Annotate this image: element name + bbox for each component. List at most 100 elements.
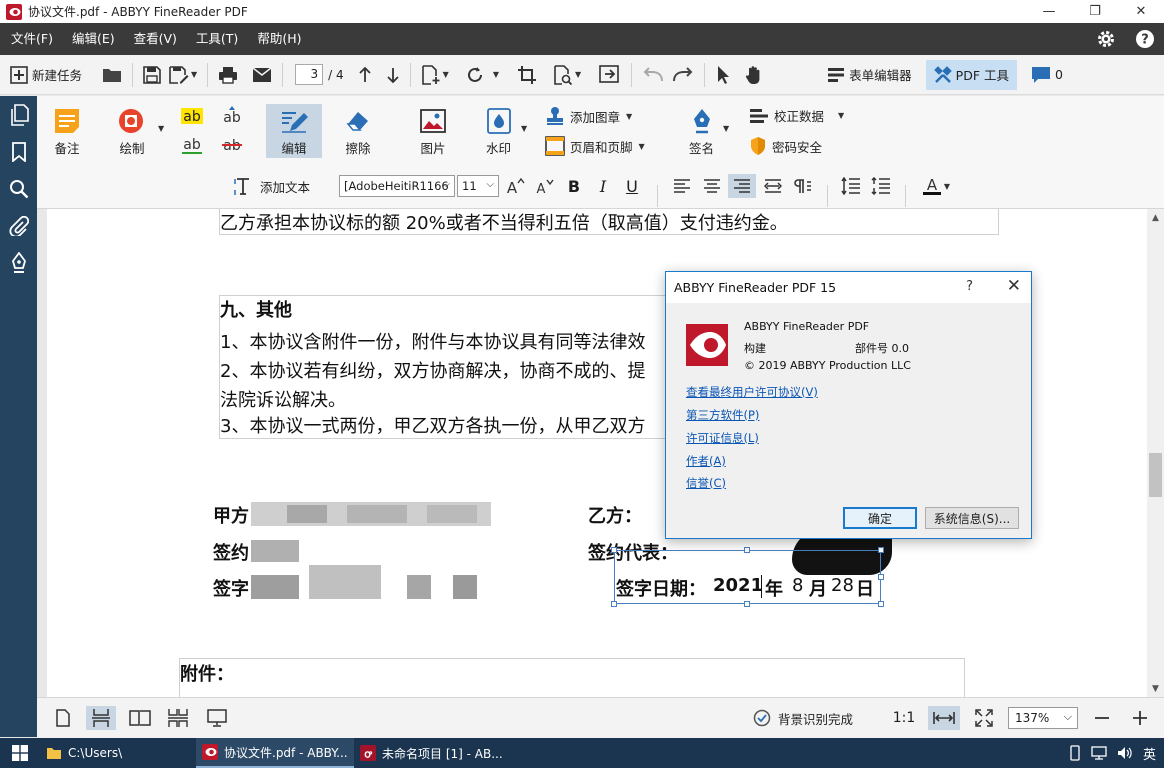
sign-tool[interactable]: 签名	[689, 108, 714, 157]
two-page-scroll-view-button[interactable]	[165, 706, 191, 730]
signatures-panel-icon[interactable]	[0, 244, 37, 281]
bold-icon[interactable]: B	[563, 174, 585, 198]
image-tool[interactable]: 图片	[420, 108, 446, 157]
chevron-down-icon[interactable]: ▼	[521, 124, 527, 133]
third-party-link[interactable]: 第三方软件(P)	[686, 407, 759, 423]
taskbar-untitled-project[interactable]: ꝍ 未命名项目 [1] - AB...	[354, 738, 510, 768]
ime-indicator[interactable]: 英	[1143, 744, 1156, 763]
font-family-select[interactable]: [AdobeHeitiR1166 ⌵	[339, 175, 455, 197]
two-page-view-button[interactable]	[128, 706, 152, 730]
undo-button[interactable]	[638, 60, 668, 90]
dialog-help-button[interactable]: ?	[966, 279, 973, 294]
chevron-down-icon[interactable]: ▼	[191, 70, 197, 79]
vertical-scrollbar[interactable]: ▲ ▼	[1147, 209, 1164, 697]
paragraph-button[interactable]	[791, 174, 813, 198]
edit-tool[interactable]: 编辑	[280, 108, 308, 157]
resize-handle[interactable]	[878, 574, 884, 580]
eula-link[interactable]: 查看最终用户许可协议(V)	[686, 384, 818, 400]
resize-handle[interactable]	[878, 547, 884, 553]
start-button[interactable]	[0, 738, 40, 768]
taskbar-finereader-pdf[interactable]: 协议文件.pdf - ABBY...	[196, 738, 354, 768]
font-size-select[interactable]: 11 ⌵	[457, 175, 499, 197]
redo-button[interactable]	[668, 60, 698, 90]
chevron-down-icon[interactable]: ▼	[158, 124, 164, 133]
zoom-out-button[interactable]	[1092, 706, 1112, 730]
menu-help[interactable]: 帮助(H)	[249, 23, 309, 55]
chevron-down-icon[interactable]: ▼	[493, 70, 499, 79]
chevron-down-icon[interactable]: ▼	[626, 112, 632, 121]
draw-tool[interactable]: 绘制	[117, 108, 147, 157]
highlight-text-tool[interactable]: ab	[181, 106, 203, 126]
chevron-down-icon[interactable]: ⌵	[486, 179, 494, 190]
system-info-button[interactable]: 系统信息(S)...	[925, 507, 1019, 529]
rotate-button[interactable]: ▼	[461, 60, 503, 90]
search-panel-icon[interactable]	[0, 170, 37, 207]
line-spacing-button[interactable]	[840, 174, 862, 198]
resize-handle[interactable]	[878, 601, 884, 607]
chevron-down-icon[interactable]: ▼	[639, 142, 645, 151]
align-left-button[interactable]	[671, 174, 693, 198]
underline-text-tool[interactable]: ab	[181, 135, 203, 155]
decrease-font-button[interactable]: A	[532, 174, 556, 198]
correct-data-tool[interactable]: 校正数据 ▼	[749, 106, 844, 125]
header-footer-tool[interactable]: 页眉和页脚 ▼	[545, 136, 645, 156]
ok-button[interactable]: 确定	[843, 507, 917, 529]
align-center-button[interactable]	[701, 174, 723, 198]
open-folder-button[interactable]	[98, 60, 126, 90]
menu-view[interactable]: 查看(V)	[126, 23, 185, 55]
new-task-button[interactable]: 新建任务	[6, 60, 86, 90]
help-icon[interactable]: ?	[1125, 23, 1164, 55]
add-page-button[interactable]: ▼	[417, 60, 453, 90]
next-page-button[interactable]	[382, 60, 404, 90]
increase-font-button[interactable]: A	[503, 174, 527, 198]
italic-icon[interactable]: I	[592, 174, 614, 198]
scroll-down-arrow-icon[interactable]: ▼	[1147, 680, 1164, 697]
resize-handle[interactable]	[611, 547, 617, 553]
chevron-down-icon[interactable]: ▼	[723, 124, 729, 133]
volume-icon[interactable]	[1117, 746, 1133, 760]
fit-width-button[interactable]	[928, 706, 960, 730]
pages-panel-icon[interactable]	[0, 96, 37, 133]
align-right-button[interactable]	[728, 174, 756, 198]
pdf-tools-button[interactable]: PDF 工具	[925, 59, 1017, 90]
recognize-page-button[interactable]: ▼	[549, 60, 585, 90]
watermark-tool[interactable]: 水印	[486, 108, 511, 157]
strikeout-text-tool[interactable]: ab	[221, 135, 243, 155]
hand-tool-button[interactable]	[741, 60, 767, 90]
add-text-button[interactable]: 添加文本	[234, 174, 310, 198]
close-button[interactable]: ✕	[1118, 0, 1164, 23]
menu-edit[interactable]: 编辑(E)	[64, 23, 123, 55]
page-number-input[interactable]: 3	[295, 64, 324, 85]
chevron-down-icon[interactable]: ▼	[443, 70, 449, 79]
fullscreen-view-button[interactable]	[205, 706, 229, 730]
font-color-button[interactable]: A ▼	[919, 174, 953, 198]
dialog-close-button[interactable]: ✕	[1007, 276, 1021, 296]
crop-button[interactable]	[513, 60, 541, 90]
actual-size-button[interactable]: 1:1	[889, 706, 919, 730]
scrollbar-thumb[interactable]	[1149, 453, 1162, 497]
license-info-link[interactable]: 许可证信息(L)	[686, 430, 759, 446]
insert-text-tool[interactable]: ab	[221, 106, 243, 126]
network-icon[interactable]	[1091, 746, 1107, 760]
minimize-button[interactable]: —	[1026, 0, 1072, 23]
select-tool-button[interactable]	[711, 60, 735, 90]
zoom-in-button[interactable]	[1130, 706, 1150, 730]
menu-tools[interactable]: 工具(T)	[188, 23, 246, 55]
zoom-select[interactable]: 137% ⌵	[1008, 707, 1078, 729]
chevron-down-icon[interactable]: ⌵	[442, 179, 450, 190]
single-page-view-button[interactable]	[51, 706, 75, 730]
email-button[interactable]	[248, 60, 276, 90]
print-button[interactable]	[214, 60, 242, 90]
resize-handle[interactable]	[744, 547, 750, 553]
settings-gear-icon[interactable]	[1086, 23, 1125, 55]
resize-handle[interactable]	[611, 601, 617, 607]
underline-format-icon[interactable]: U	[621, 174, 643, 198]
menu-file[interactable]: 文件(F)	[3, 23, 61, 55]
credits-link[interactable]: 信誉(C)	[686, 475, 726, 491]
add-stamp-tool[interactable]: 添加图章 ▼	[545, 106, 632, 126]
chevron-down-icon[interactable]: ▼	[838, 111, 844, 120]
chevron-down-icon[interactable]: ▼	[944, 182, 950, 191]
authors-link[interactable]: 作者(A)	[686, 453, 726, 469]
maximize-button[interactable]: ❐	[1072, 0, 1118, 23]
resize-handle[interactable]	[744, 601, 750, 607]
